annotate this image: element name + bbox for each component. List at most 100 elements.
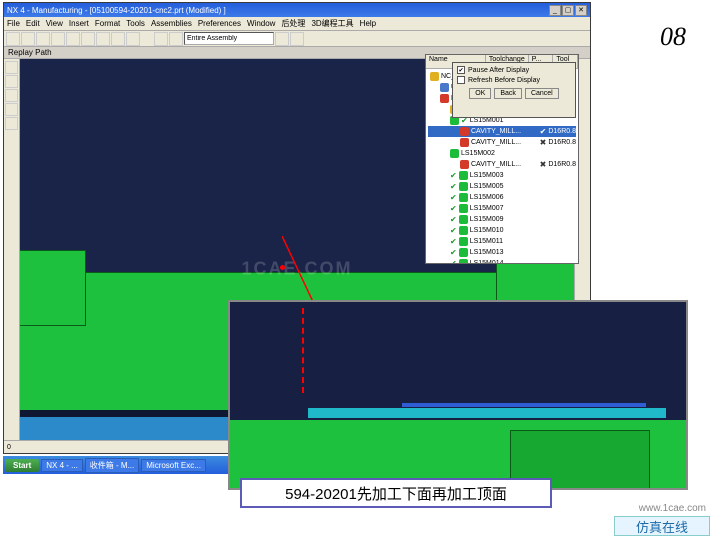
app-title: NX 4 - Manufacturing - [05100594-20201-c… (7, 6, 226, 15)
check-icon: ✔ (450, 215, 457, 224)
detail-toolpath-blue (402, 403, 646, 407)
opnav-item[interactable]: ✔LS15M014 (428, 258, 576, 263)
menu-window[interactable]: Window (247, 19, 275, 28)
cross-icon: ✖ (540, 160, 547, 169)
left-tool-btn[interactable] (5, 103, 18, 116)
op-icon (459, 193, 468, 202)
checkbox-refresh[interactable]: Refresh Before Display (457, 76, 571, 84)
opnav-item[interactable]: ✔LS15M007 (428, 203, 576, 214)
close-button[interactable]: ✕ (575, 5, 587, 16)
toolbar-btn[interactable] (169, 32, 183, 46)
start-button[interactable]: Start (5, 459, 39, 472)
menu-help[interactable]: Help (360, 19, 376, 28)
title-bar: NX 4 - Manufacturing - [05100594-20201-c… (4, 3, 590, 17)
toolbar-btn[interactable] (66, 32, 80, 46)
menu-tools[interactable]: Tools (126, 19, 145, 28)
subheader-label: Replay Path (8, 48, 52, 57)
folder-icon (440, 83, 449, 92)
opnav-item[interactable]: ✔LS15M013 (428, 247, 576, 258)
menu-bar: File Edit View Insert Format Tools Assem… (4, 17, 590, 31)
check-icon: ✔ (540, 127, 547, 136)
toolbar-btn[interactable] (111, 32, 125, 46)
menu-edit[interactable]: Edit (26, 19, 40, 28)
opnav-item[interactable]: ✔LS15M010 (428, 225, 576, 236)
op-icon (459, 248, 468, 257)
checkbox-icon: ✔ (457, 66, 465, 74)
watermark-text: 1CAE.COM (241, 258, 352, 279)
toolbar-btn[interactable] (290, 32, 304, 46)
op-icon (460, 127, 469, 136)
model-step-left (20, 250, 86, 326)
menu-preferences[interactable]: Preferences (198, 19, 241, 28)
op-icon (460, 138, 469, 147)
menu-file[interactable]: File (7, 19, 20, 28)
footer-url: www.1cae.com (639, 503, 706, 514)
menu-assemblies[interactable]: Assemblies (151, 19, 192, 28)
toolbar-main (4, 31, 590, 47)
toolbar-btn[interactable] (21, 32, 35, 46)
op-icon (450, 149, 459, 158)
cross-icon: ✖ (540, 138, 547, 147)
slide-number: 08 (660, 22, 686, 52)
minimize-button[interactable]: _ (549, 5, 561, 16)
back-button[interactable]: Back (494, 88, 522, 99)
check-icon: ✔ (450, 226, 457, 235)
checkbox-icon (457, 76, 465, 84)
menu-format[interactable]: Format (95, 19, 120, 28)
footer-brand: 仿真在线 (614, 516, 710, 536)
opnav-item[interactable]: CAVITY_MILL...✖D16R0.8 (428, 137, 576, 148)
caption-text: 594-20201先加工下面再加工顶面 (285, 483, 507, 504)
maximize-button[interactable]: ▢ (562, 5, 574, 16)
opnav-item[interactable]: ✔LS15M011 (428, 236, 576, 247)
op-icon (459, 171, 468, 180)
checkbox-pause[interactable]: ✔ Pause After Display (457, 66, 571, 74)
opnav-item[interactable]: ✔LS15M003 (428, 170, 576, 181)
check-icon: ✔ (450, 204, 457, 213)
op-icon (460, 160, 469, 169)
toolbar-btn[interactable] (6, 32, 20, 46)
op-icon (459, 215, 468, 224)
op-icon (459, 259, 468, 263)
ok-button[interactable]: OK (469, 88, 491, 99)
toolbar-btn[interactable] (275, 32, 289, 46)
opnav-item-selected[interactable]: CAVITY_MILL...✔D16R0.8 (428, 126, 576, 137)
detail-view-panel (228, 300, 688, 490)
toolbar-btn[interactable] (36, 32, 50, 46)
menu-postprocess[interactable]: 后处理 (281, 18, 305, 29)
left-tool-btn[interactable] (5, 89, 18, 102)
opnav-item[interactable]: ✔LS15M005 (428, 181, 576, 192)
toolbar-btn[interactable] (96, 32, 110, 46)
toolbar-btn[interactable] (126, 32, 140, 46)
toolbar-btn[interactable] (154, 32, 168, 46)
check-icon: ✔ (450, 248, 457, 257)
cancel-button[interactable]: Cancel (525, 88, 559, 99)
toolbar-btn[interactable] (51, 32, 65, 46)
toolbar-btn[interactable] (81, 32, 95, 46)
check-icon: ✔ (450, 171, 457, 180)
taskbar-item[interactable]: Microsoft Exc... (141, 459, 206, 472)
detail-toolpath-teal (308, 408, 666, 418)
check-icon: ✔ (450, 259, 457, 263)
replay-options-dialog: ✔ Pause After Display Refresh Before Dis… (452, 62, 576, 118)
op-icon (459, 237, 468, 246)
menu-insert[interactable]: Insert (69, 19, 89, 28)
menu-view[interactable]: View (46, 19, 63, 28)
menu-3dtools[interactable]: 3D编程工具 (311, 18, 353, 29)
status-text: 0 (7, 444, 11, 451)
opnav-item[interactable]: CAVITY_MILL...✖D16R0.8 (428, 159, 576, 170)
caption-box: 594-20201先加工下面再加工顶面 (240, 478, 552, 508)
op-icon (459, 182, 468, 191)
left-tool-btn[interactable] (5, 75, 18, 88)
assembly-selector[interactable] (184, 32, 274, 45)
folder-icon (430, 72, 439, 81)
opnav-item[interactable]: ✔LS15M009 (428, 214, 576, 225)
taskbar-item[interactable]: 收件箱 - M... (85, 458, 139, 473)
opnav-item[interactable]: LS15M002 (428, 148, 576, 159)
detail-dash-line (302, 308, 304, 393)
taskbar-item[interactable]: NX 4 - ... (41, 459, 83, 472)
op-icon (459, 204, 468, 213)
opnav-item[interactable]: ✔LS15M006 (428, 192, 576, 203)
left-tool-btn[interactable] (5, 117, 18, 130)
left-tool-btn[interactable] (5, 61, 18, 74)
folder-icon (440, 94, 449, 103)
